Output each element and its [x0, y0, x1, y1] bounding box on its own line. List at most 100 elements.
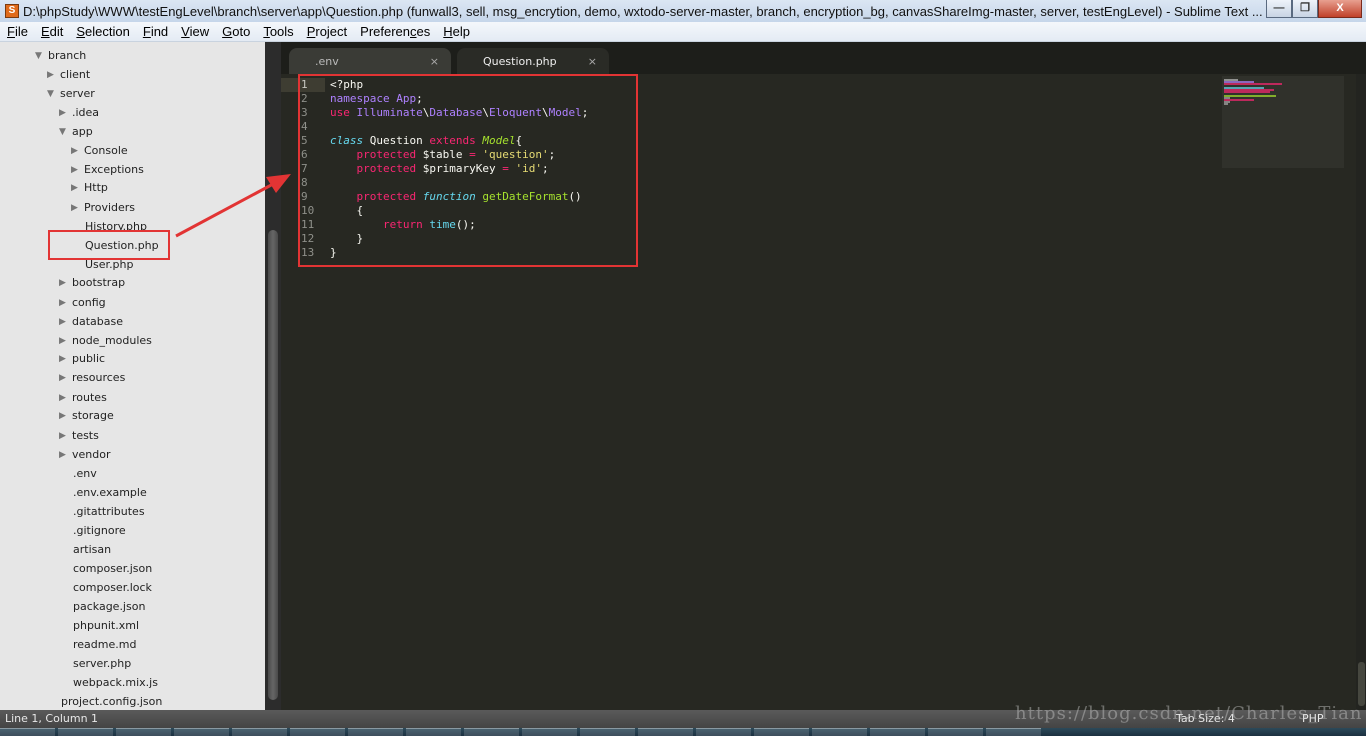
tree-item-server[interactable]: ▼ server: [47, 84, 95, 103]
tree-item-database[interactable]: ▶ database: [59, 312, 123, 331]
menu-selection[interactable]: Selection: [69, 24, 135, 39]
tree-item-project-config-json[interactable]: ▶project.config.json: [48, 692, 162, 710]
tree-item-gitignore[interactable]: ▶.gitignore: [60, 521, 126, 540]
taskbar-app-button[interactable]: [348, 728, 403, 736]
tree-item-label: .env.example: [73, 486, 147, 499]
taskbar-app-button[interactable]: [812, 728, 867, 736]
tree-item-config[interactable]: ▶ config: [59, 293, 106, 312]
editor-scrollbar-thumb[interactable]: [1358, 662, 1365, 706]
tree-item-gitattributes[interactable]: ▶.gitattributes: [60, 502, 145, 521]
taskbar-app-button[interactable]: [116, 728, 171, 736]
taskbar-app-button[interactable]: [696, 728, 751, 736]
menu-project[interactable]: Project: [300, 24, 353, 39]
close-button[interactable]: X: [1318, 0, 1362, 18]
tree-item-resources[interactable]: ▶ resources: [59, 368, 125, 387]
sidebar-scrollbar[interactable]: [265, 42, 281, 710]
tree-item-webpack-mix-js[interactable]: ▶webpack.mix.js: [60, 673, 158, 692]
taskbar-app-button[interactable]: [986, 728, 1041, 736]
disclosure-closed-icon[interactable]: ▶: [71, 165, 84, 175]
taskbar-app-button[interactable]: [0, 728, 55, 736]
disclosure-closed-icon[interactable]: ▶: [71, 146, 84, 156]
disclosure-open-icon[interactable]: ▼: [59, 127, 72, 137]
menu-goto[interactable]: Goto: [215, 24, 256, 39]
disclosure-closed-icon[interactable]: ▶: [59, 373, 72, 383]
tree-item-vendor[interactable]: ▶ vendor: [59, 445, 110, 464]
tree-item-artisan[interactable]: ▶artisan: [60, 540, 111, 559]
disclosure-closed-icon[interactable]: ▶: [59, 411, 72, 421]
tree-item-composer-lock[interactable]: ▶composer.lock: [60, 578, 152, 597]
taskbar-app-button[interactable]: [928, 728, 983, 736]
tab-env[interactable]: .env ×: [289, 48, 451, 74]
tree-item-client[interactable]: ▶ client: [47, 65, 90, 84]
editor-scrollbar[interactable]: [1356, 74, 1366, 710]
tree-item-storage[interactable]: ▶ storage: [59, 406, 114, 425]
tab-close-icon[interactable]: ×: [588, 55, 597, 68]
taskbar-app-button[interactable]: [406, 728, 461, 736]
tree-item-env-example[interactable]: ▶.env.example: [60, 483, 147, 502]
tree-item-providers[interactable]: ▶ Providers: [71, 198, 135, 217]
minimap[interactable]: [1222, 76, 1344, 168]
taskbar-app-button[interactable]: [464, 728, 519, 736]
disclosure-closed-icon[interactable]: ▶: [71, 203, 84, 213]
disclosure-closed-icon[interactable]: ▶: [59, 354, 72, 364]
tree-item-app[interactable]: ▼ app: [59, 122, 93, 141]
minimize-button[interactable]: —: [1266, 0, 1292, 18]
disclosure-closed-icon[interactable]: ▶: [59, 317, 72, 327]
menu-bar: File Edit Selection Find View Goto Tools Projec…: [0, 22, 1366, 42]
tree-item-tests[interactable]: ▶ tests: [59, 426, 99, 445]
tree-item-routes[interactable]: ▶ routes: [59, 388, 107, 407]
tab-question-php[interactable]: Question.php ×: [457, 48, 609, 74]
tree-item-readme-md[interactable]: ▶readme.md: [60, 635, 136, 654]
menu-accelerator: F: [7, 24, 15, 39]
taskbar-app-button[interactable]: [638, 728, 693, 736]
tree-item-server-php[interactable]: ▶server.php: [60, 654, 131, 673]
disclosure-open-icon[interactable]: ▼: [35, 51, 48, 61]
tree-item-branch[interactable]: ▼ branch: [35, 46, 86, 65]
tree-item-http[interactable]: ▶ Http: [71, 178, 108, 197]
taskbar-app-button[interactable]: [174, 728, 229, 736]
maximize-button[interactable]: ❐: [1292, 0, 1318, 18]
disclosure-closed-icon[interactable]: ▶: [47, 70, 60, 80]
tree-item-label: Console: [84, 144, 128, 157]
disclosure-closed-icon[interactable]: ▶: [59, 393, 72, 403]
taskbar-app-button[interactable]: [754, 728, 809, 736]
taskbar-app-button[interactable]: [58, 728, 113, 736]
taskbar-app-button[interactable]: [870, 728, 925, 736]
disclosure-closed-icon[interactable]: ▶: [59, 336, 72, 346]
tree-item-exceptions[interactable]: ▶ Exceptions: [71, 160, 144, 179]
tree-item-composer-json[interactable]: ▶composer.json: [60, 559, 152, 578]
menu-find[interactable]: Find: [136, 24, 174, 39]
disclosure-closed-icon[interactable]: ▶: [59, 298, 72, 308]
disclosure-open-icon[interactable]: ▼: [47, 89, 60, 99]
taskbar-app-button[interactable]: [232, 728, 287, 736]
disclosure-closed-icon[interactable]: ▶: [59, 431, 72, 441]
disclosure-closed-icon[interactable]: ▶: [59, 450, 72, 460]
tree-item-package-json[interactable]: ▶package.json: [60, 597, 145, 616]
disclosure-closed-icon[interactable]: ▶: [59, 108, 72, 118]
tree-item-public[interactable]: ▶ public: [59, 349, 105, 368]
disclosure-closed-icon[interactable]: ▶: [59, 278, 72, 288]
tree-item-node-modules[interactable]: ▶ node_modules: [59, 331, 152, 350]
tree-item-label: artisan: [73, 543, 112, 556]
tree-item-label: Exceptions: [84, 163, 144, 176]
tree-item-env[interactable]: ▶.env: [60, 464, 97, 483]
taskbar-app-button[interactable]: [522, 728, 577, 736]
menu-edit[interactable]: Edit: [34, 24, 69, 39]
sidebar-scrollbar-thumb[interactable]: [268, 230, 278, 700]
tree-item-bootstrap[interactable]: ▶ bootstrap: [59, 273, 125, 292]
tab-close-icon[interactable]: ×: [430, 55, 439, 68]
menu-help[interactable]: Help: [436, 24, 476, 39]
tree-item-label: Http: [84, 181, 108, 194]
taskbar-app-button[interactable]: [580, 728, 635, 736]
tree-item-label: .env: [73, 467, 97, 480]
menu-tools[interactable]: Tools: [256, 24, 299, 39]
tree-item-console[interactable]: ▶ Console: [71, 141, 128, 160]
menu-file[interactable]: File: [0, 24, 34, 39]
menu-preferences[interactable]: Preferences: [353, 24, 436, 39]
window-controls: — ❐ X: [1266, 0, 1362, 18]
tree-item-phpunit-xml[interactable]: ▶phpunit.xml: [60, 616, 139, 635]
disclosure-closed-icon[interactable]: ▶: [71, 183, 84, 193]
tree-item-idea[interactable]: ▶ .idea: [59, 103, 99, 122]
menu-view[interactable]: View: [174, 24, 215, 39]
taskbar-app-button[interactable]: [290, 728, 345, 736]
